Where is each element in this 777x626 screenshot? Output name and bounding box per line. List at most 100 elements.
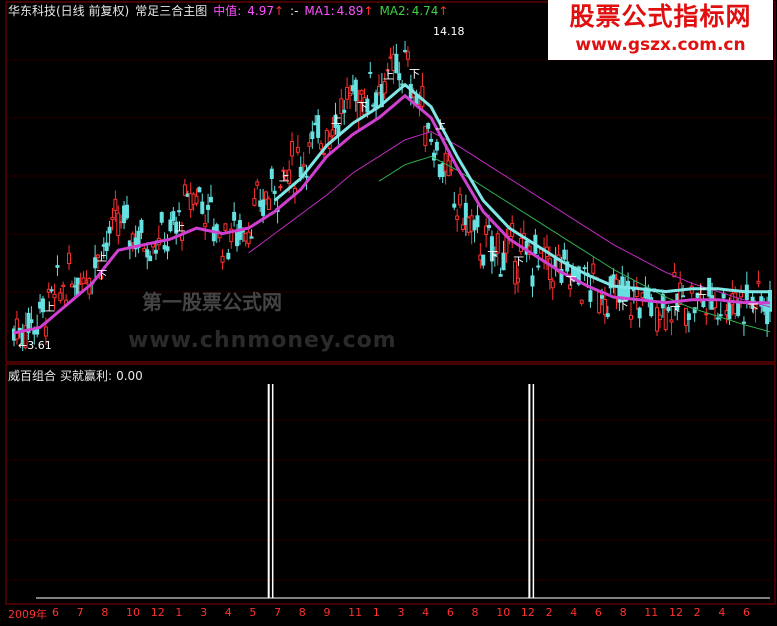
- candle-body: [168, 219, 173, 232]
- chart-header: 华东科技(日线 前复权) 常足三合主图 中值: 4.97↑:- MA1: 4.89↑ MA2…: [8, 4, 454, 18]
- signal-up-label: 上: [96, 251, 107, 264]
- candle-body: [61, 284, 66, 287]
- signal-up-label: 上: [383, 69, 394, 82]
- signal-up-label: 上: [435, 118, 446, 131]
- date-axis-label: 8: [619, 606, 627, 619]
- candle-body: [582, 267, 587, 270]
- candle-body: [704, 313, 709, 316]
- date-axis-label: 6: [446, 606, 454, 619]
- candle-body: [232, 211, 237, 221]
- arrow-up-icon: ↑: [273, 4, 285, 18]
- candle-body: [429, 138, 434, 142]
- candle-body: [43, 326, 48, 337]
- candle-body: [359, 90, 364, 95]
- date-axis-label: 3: [200, 606, 208, 619]
- watermark-line2: www.gszx.com.cn: [575, 35, 746, 55]
- signal-up-label: 上: [279, 171, 290, 184]
- candle-body: [397, 73, 402, 81]
- candle-body: [194, 195, 199, 204]
- candle-body: [446, 160, 451, 177]
- candle-body: [159, 212, 164, 223]
- candle-body: [591, 263, 596, 274]
- candle-body: [107, 226, 112, 234]
- ma2-label: MA2:: [379, 4, 410, 18]
- candle-body: [321, 152, 326, 155]
- date-axis-label: 2: [545, 606, 553, 619]
- candle-body: [278, 186, 283, 189]
- date-axis-label: 3: [397, 606, 405, 619]
- date-axis: 2009年 6 7 8 10 12 1 3 4 5 7 8 9 11 1 3 4 6 8 10 12 2 4 6 8 11 12 2 4…: [8, 606, 777, 622]
- candle-body: [637, 307, 642, 319]
- candle-body: [223, 223, 228, 231]
- date-axis-label: 1: [372, 606, 380, 619]
- candle-body: [588, 290, 593, 302]
- watermark-center2: www.chnmoney.com: [128, 328, 397, 353]
- candle-body: [310, 131, 315, 140]
- candle-body: [252, 198, 257, 206]
- candle-body: [197, 187, 202, 193]
- candle-body: [330, 129, 335, 137]
- mid-label: 中值:: [213, 4, 242, 18]
- candle-body: [49, 289, 54, 292]
- candle-body: [272, 190, 277, 194]
- chart-window: 上上上上上上上上下下下下下下下下下 14.18 ←3.61 华东科技(日线 前复…: [0, 0, 777, 626]
- date-axis-label: 11: [644, 606, 659, 619]
- date-axis-label: 9: [323, 606, 331, 619]
- candle-body: [206, 204, 211, 210]
- candle-body: [342, 109, 347, 113]
- signal-up-label: 上: [696, 284, 707, 297]
- date-axis-label: 4: [422, 606, 430, 619]
- ma1-value: 4.89: [336, 4, 364, 18]
- candle-body: [579, 299, 584, 304]
- candle-body: [394, 53, 399, 74]
- signal-down-label: 下: [618, 299, 629, 312]
- candle-body: [116, 212, 121, 236]
- candle-body: [501, 252, 506, 271]
- date-axis-label: 12: [520, 606, 535, 619]
- candle-body: [52, 293, 57, 299]
- candle-body: [301, 164, 306, 167]
- candle-body: [255, 181, 260, 186]
- candle-body: [200, 201, 205, 214]
- candle-body: [67, 252, 72, 265]
- ma2-value: 4.74: [411, 4, 439, 18]
- candle-body: [715, 317, 720, 320]
- signal-up-label: 上: [331, 113, 342, 126]
- candle-body: [756, 280, 761, 284]
- candle-body: [319, 143, 324, 150]
- candle-body: [165, 246, 170, 252]
- date-axis-label: 11: [348, 606, 363, 619]
- signal-down-label: 下: [409, 67, 420, 80]
- candle-body: [487, 224, 492, 229]
- date-axis-label: 7: [76, 606, 84, 619]
- candle-body: [481, 254, 486, 266]
- signal-down-label: 下: [357, 100, 368, 113]
- candle-body: [29, 319, 34, 324]
- date-axis-label: 12: [668, 606, 683, 619]
- candle-body: [110, 217, 115, 221]
- candle-body: [348, 92, 352, 97]
- date-axis-label: 6: [594, 606, 602, 619]
- candle-body: [550, 280, 555, 289]
- sub-grid-lines: [6, 419, 775, 581]
- sub-label: 买就赢利:: [60, 369, 113, 383]
- low-label: ←3.61: [18, 339, 52, 352]
- candle-body: [626, 280, 631, 300]
- watermark-line1: 股票公式指标网: [569, 2, 752, 31]
- candle-body: [458, 194, 463, 206]
- candle-body: [420, 85, 425, 107]
- price-chart[interactable]: 上上上上上上上上下下下下 下下下下下 14.18 ←3.61: [0, 0, 777, 626]
- date-axis-label: 12: [150, 606, 165, 619]
- date-axis-label: 7: [274, 606, 282, 619]
- candle-body: [669, 319, 674, 323]
- candle-body: [547, 258, 552, 281]
- candle-body: [269, 168, 274, 180]
- candle-body: [498, 274, 503, 277]
- candle-body: [226, 252, 231, 260]
- candle-body: [220, 255, 225, 263]
- date-axis-label: 8: [101, 606, 109, 619]
- ma1-label: MA1:: [304, 4, 335, 18]
- candle-body: [605, 313, 610, 317]
- candle-body: [266, 198, 271, 211]
- candle-body: [113, 198, 118, 211]
